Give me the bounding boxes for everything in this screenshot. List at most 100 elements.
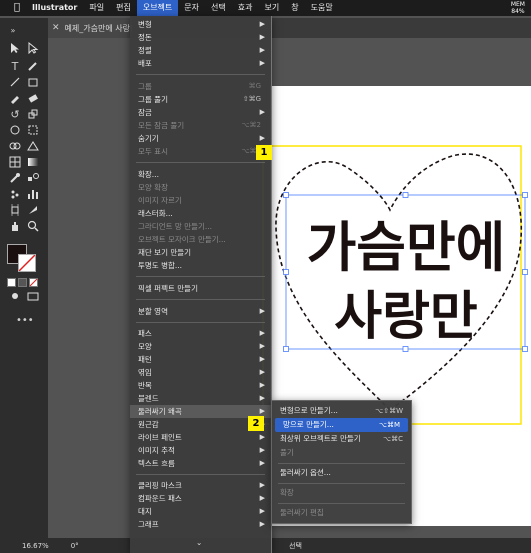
type-tool-icon[interactable]: T [8, 60, 22, 74]
menu-item-shape[interactable]: 모양 ▶ [130, 340, 271, 353]
menu-item-gradient-mesh[interactable]: 그라디언트 망 만들기... [130, 220, 271, 233]
column-graph-tool-icon[interactable] [26, 188, 40, 202]
menu-type[interactable]: 문자 [178, 0, 205, 16]
menu-item-trim-marks[interactable]: 재단 보기 만들기 [130, 246, 271, 259]
more-tools-icon[interactable]: ••• [16, 314, 34, 328]
rotate-tool-icon[interactable]: ↺ [8, 108, 22, 122]
draw-mode-icon[interactable] [8, 290, 22, 304]
menu-item-unlock-all[interactable]: 모든 잠금 풀기 ⌥⌘2 [130, 119, 271, 132]
menu-item-align[interactable]: 정렬 ▶ [130, 44, 271, 57]
line-tool-icon[interactable] [8, 76, 22, 90]
mesh-tool-icon[interactable] [8, 156, 22, 170]
menu-item-path[interactable]: 패스 ▶ [130, 327, 271, 340]
submenu-arrow-icon: ▶ [259, 507, 265, 515]
menu-item-compound-path[interactable]: 컴파운드 패스 ▶ [130, 492, 271, 505]
paintbrush-tool-icon[interactable] [26, 60, 40, 74]
step-badge-1: 1 [256, 145, 272, 160]
zoom-level[interactable]: 16.67% [22, 542, 49, 550]
apple-icon[interactable]:  [12, 3, 22, 13]
submenu-make-with-warp[interactable]: 변형으로 만들기... ⌥⇧⌘W [272, 404, 411, 418]
menu-help[interactable]: 도움말 [305, 0, 339, 16]
menu-item-crop-image[interactable]: 이미지 자르기 [130, 194, 271, 207]
submenu-arrow-icon: ▶ [259, 459, 265, 467]
collapse-chevron-icon[interactable]: » [6, 24, 20, 38]
gradient-tool-icon[interactable] [26, 156, 40, 170]
menu-window[interactable]: 창 [285, 0, 304, 16]
menu-item-expand[interactable]: 확장... [130, 168, 271, 181]
menu-item-distribute[interactable]: 배포 ▶ [130, 57, 271, 70]
submenu-arrow-icon: ▶ [259, 481, 265, 489]
shape-builder-tool-icon[interactable] [8, 140, 22, 154]
menu-item-object-mosaic[interactable]: 오브젝트 모자이크 만들기... [130, 233, 271, 246]
menu-item-pattern[interactable]: 패턴 ▶ [130, 353, 271, 366]
artboard-tool-icon[interactable] [8, 204, 22, 218]
menu-object[interactable]: 오브젝트 [136, 0, 179, 16]
submenu-make-with-mesh[interactable]: 망으로 만들기... ⌥⌘M [275, 418, 408, 432]
menu-app-name[interactable]: Illustrator [30, 0, 83, 16]
menu-view[interactable]: 보기 [258, 0, 285, 16]
stroke-color-swatch[interactable] [18, 254, 36, 272]
screen-mode-icon[interactable] [26, 290, 40, 304]
direct-selection-tool-icon[interactable] [26, 41, 40, 56]
menu-item-intertwine[interactable]: 엮임 ▶ [130, 366, 271, 379]
slice-tool-icon[interactable] [26, 204, 40, 218]
submenu-expand[interactable]: 확장 [272, 486, 411, 500]
menu-item-slice[interactable]: 분할 영역 ▶ [130, 305, 271, 318]
menu-scroll-down-icon[interactable]: ⌄ [130, 536, 271, 549]
menu-item-flatten-transparency[interactable]: 투명도 병합... [130, 259, 271, 272]
free-transform-tool-icon[interactable] [26, 124, 40, 138]
rotation-value[interactable]: 0° [71, 542, 79, 550]
eraser-tool-icon[interactable] [26, 92, 40, 106]
menu-item-ungroup[interactable]: 그룹 풀기 ⇧⌘G [130, 93, 271, 106]
perspective-grid-tool-icon[interactable] [26, 140, 40, 154]
menu-effect[interactable]: 효과 [232, 0, 259, 16]
menu-item-arrange[interactable]: 정돈 ▶ [130, 31, 271, 44]
pencil-tool-icon[interactable] [8, 92, 22, 106]
menu-item-clipping-mask[interactable]: 클리핑 마스크 ▶ [130, 479, 271, 492]
submenu-release[interactable]: 풀기 [272, 446, 411, 460]
menu-item-rasterize[interactable]: 래스터화... [130, 207, 271, 220]
menu-item-repeat[interactable]: 반복 ▶ [130, 379, 271, 392]
menu-select[interactable]: 선택 [205, 0, 232, 16]
rectangle-tool-icon[interactable] [26, 76, 40, 90]
menu-item-expand-appearance[interactable]: 모양 확장 [130, 181, 271, 194]
submenu-make-with-top-object[interactable]: 최상위 오브젝트로 만들기 ⌥⌘C [272, 432, 411, 446]
gradient-mode-icon[interactable] [18, 278, 27, 287]
menu-item-group[interactable]: 그룹 ⌘G [130, 80, 271, 93]
submenu-edit-contents[interactable]: 둘러싸기 편집 [272, 506, 411, 520]
document-tab-bar: ✕ 예제_가슴만에 사랑만. [48, 18, 531, 38]
menu-file[interactable]: 파일 [83, 0, 110, 16]
document-tab-title: 예제_가슴만에 사랑만. [64, 23, 132, 33]
menu-item-text-wrap[interactable]: 텍스트 흐름 ▶ [130, 457, 271, 470]
menu-edit[interactable]: 편집 [110, 0, 137, 16]
none-mode-icon[interactable] [29, 278, 38, 287]
hand-tool-icon[interactable] [8, 220, 22, 234]
menu-separator [136, 162, 265, 163]
menu-item-lock[interactable]: 잠금 ▶ [130, 106, 271, 119]
submenu-arrow-icon: ▶ [259, 307, 265, 315]
menu-item-live-paint[interactable]: 라이브 페인트 ▶ [130, 431, 271, 444]
menu-item-transform[interactable]: 변형 ▶ [130, 18, 271, 31]
document-tab[interactable]: ✕ 예제_가슴만에 사랑만. [48, 18, 132, 38]
close-tab-icon[interactable]: ✕ [52, 23, 60, 33]
zoom-tool-icon[interactable] [26, 220, 40, 234]
symbol-sprayer-tool-icon[interactable] [8, 188, 22, 202]
eyedropper-tool-icon[interactable] [8, 172, 22, 186]
menu-item-blend[interactable]: 블렌드 ▶ [130, 392, 271, 405]
menu-separator [136, 299, 265, 300]
menu-item-graph[interactable]: 그래프 ▶ [130, 518, 271, 531]
warp-tool-icon[interactable] [8, 124, 22, 138]
menu-separator [136, 276, 265, 277]
heart-outline[interactable] [275, 153, 522, 412]
menu-item-artboards[interactable]: 대지 ▶ [130, 505, 271, 518]
color-mode-icon[interactable] [7, 278, 16, 287]
menu-item-image-trace[interactable]: 이미지 추적 ▶ [130, 444, 271, 457]
menu-item-pixel-perfect[interactable]: 픽셀 퍼펙트 만들기 [130, 282, 271, 295]
menu-item-show-all[interactable]: 모두 표시 ⌥⌘3 [130, 145, 271, 158]
scale-tool-icon[interactable] [26, 108, 40, 122]
selection-tool-icon[interactable] [8, 42, 22, 56]
menu-item-hide[interactable]: 숨기기 ▶ [130, 132, 271, 145]
submenu-envelope-options[interactable]: 둘러싸기 옵션... [272, 466, 411, 480]
blend-tool-icon[interactable] [26, 172, 40, 186]
submenu-arrow-icon: ▶ [259, 46, 265, 54]
